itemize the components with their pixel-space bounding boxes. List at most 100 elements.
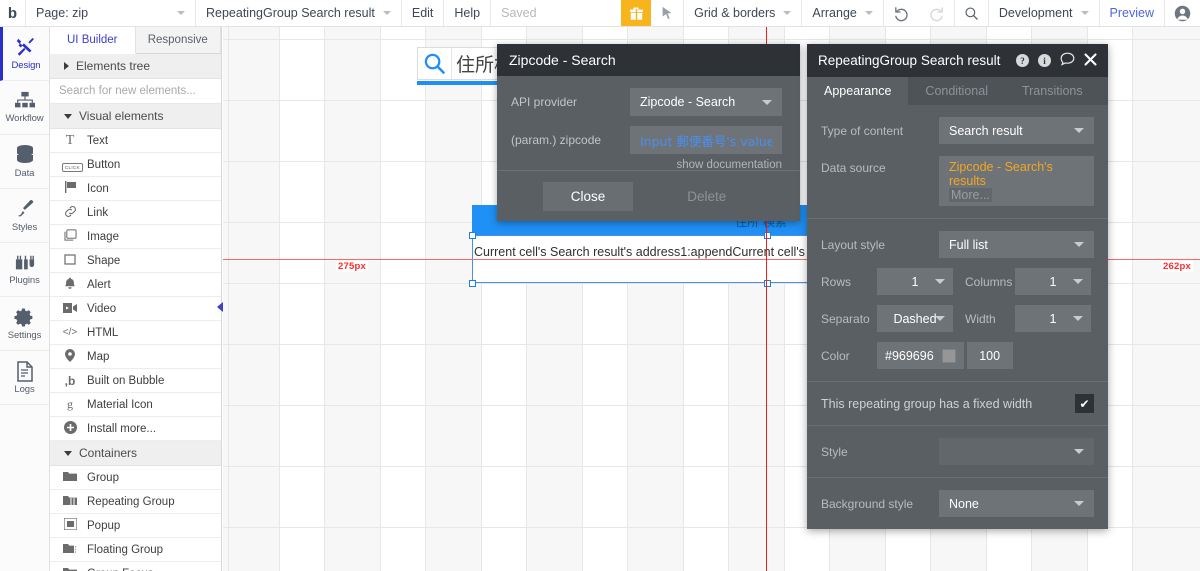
color-swatch[interactable] xyxy=(941,348,956,363)
element-item-install-more[interactable]: Install more... xyxy=(50,417,221,441)
element-item-alert[interactable]: Alert xyxy=(50,273,221,297)
rail-item-design[interactable]: Design xyxy=(0,27,49,81)
rail-item-plugins[interactable]: Plugins xyxy=(0,243,49,297)
search-elements-input[interactable]: Search for new elements... xyxy=(50,79,221,104)
tab-ui-builder[interactable]: UI Builder xyxy=(50,27,136,54)
close-icon[interactable] xyxy=(1084,52,1097,69)
version-selector[interactable]: Development xyxy=(989,0,1100,26)
tab-responsive[interactable]: Responsive xyxy=(135,27,221,53)
menu-help[interactable]: Help xyxy=(444,0,492,26)
redo-icon[interactable] xyxy=(919,0,955,26)
element-item-button[interactable]: CLICK Button xyxy=(50,153,221,177)
tab-transitions[interactable]: Transitions xyxy=(1005,77,1100,105)
element-label: Built on Bubble xyxy=(87,374,165,387)
gear-icon xyxy=(14,307,33,327)
info-icon[interactable]: i xyxy=(1038,54,1051,67)
element-label: Video xyxy=(87,302,117,315)
arrange-menu[interactable]: Arrange xyxy=(802,0,884,26)
rail-label: Workflow xyxy=(5,113,44,124)
grid-borders-menu[interactable]: Grid & borders xyxy=(684,0,803,26)
bubble-logo-icon: ,b xyxy=(64,373,76,388)
element-item-popup[interactable]: Popup xyxy=(50,514,221,538)
style-select[interactable] xyxy=(939,438,1094,465)
grid-borders-label: Grid & borders xyxy=(694,6,776,20)
map-pin-icon xyxy=(62,348,78,365)
element-label: Map xyxy=(87,350,110,363)
color-hex-input[interactable]: #969696 xyxy=(877,342,964,369)
element-item-group-focus[interactable]: Group Focus xyxy=(50,562,221,571)
rows-input[interactable]: 1 xyxy=(877,268,953,295)
element-item-built-on-bubble[interactable]: ,b Built on Bubble xyxy=(50,369,221,393)
workflow-icon xyxy=(14,91,35,108)
bell-icon xyxy=(62,277,78,293)
layout-style-select[interactable]: Full list xyxy=(939,231,1094,258)
menu-edit[interactable]: Edit xyxy=(402,0,445,26)
element-item-link[interactable]: Link xyxy=(50,201,221,225)
tab-conditional[interactable]: Conditional xyxy=(908,77,1005,105)
element-label: Button xyxy=(87,158,121,171)
rail-item-settings[interactable]: Settings xyxy=(0,297,49,351)
close-button[interactable]: Close xyxy=(542,181,634,211)
rail-item-logs[interactable]: Logs xyxy=(0,351,49,405)
gift-icon[interactable] xyxy=(621,0,652,26)
rail-item-workflow[interactable]: Workflow xyxy=(0,81,49,135)
field-type-of-content: Type of content Search result xyxy=(821,117,1094,144)
element-item-html[interactable]: </> HTML xyxy=(50,321,221,345)
element-selector[interactable]: RepeatingGroup Search result xyxy=(196,0,402,26)
fixed-width-checkbox[interactable]: ✔ xyxy=(1075,394,1094,413)
type-of-content-value: Search result xyxy=(949,123,1023,138)
rows-label: Rows xyxy=(821,274,852,289)
account-icon[interactable] xyxy=(1165,0,1200,26)
element-item-material-icon[interactable]: g Material Icon xyxy=(50,393,221,417)
type-of-content-select[interactable]: Search result xyxy=(939,117,1094,144)
comment-icon[interactable] xyxy=(1060,52,1075,69)
api-provider-select[interactable]: Zipcode - Search xyxy=(630,88,782,116)
element-item-image[interactable]: Image xyxy=(50,225,221,249)
database-icon xyxy=(16,145,33,163)
page-selector[interactable]: Page: zip xyxy=(26,0,196,26)
resize-handle-tl[interactable] xyxy=(469,232,476,239)
help-icon[interactable]: ? xyxy=(1016,54,1029,67)
color-opacity-input[interactable]: 100 xyxy=(966,342,1013,369)
element-item-group[interactable]: Group xyxy=(50,466,221,490)
flag-icon xyxy=(62,181,78,196)
video-icon xyxy=(62,302,78,316)
field-label: Background style xyxy=(821,496,914,511)
search-icon[interactable] xyxy=(955,0,989,26)
rail-item-styles[interactable]: Styles xyxy=(0,189,49,243)
element-item-video[interactable]: Video xyxy=(50,297,221,321)
bubble-logo-icon[interactable]: b xyxy=(0,0,26,26)
element-label: Material Icon xyxy=(87,398,153,411)
element-item-map[interactable]: Map xyxy=(50,345,221,369)
rail-label: Data xyxy=(14,168,35,179)
background-style-select[interactable]: None xyxy=(939,490,1094,517)
element-selector-label: RepeatingGroup Search result xyxy=(206,6,375,20)
columns-input[interactable]: 1 xyxy=(1015,268,1091,295)
element-item-text[interactable]: T Text xyxy=(50,129,221,153)
zipcode-search-dialog[interactable]: Zipcode - Search API provider Zipcode - … xyxy=(497,44,800,221)
field-separator-width: Separato Dashed Width 1 xyxy=(821,305,1094,332)
elements-tree-header[interactable]: Elements tree xyxy=(50,54,221,79)
chevron-down-icon xyxy=(1074,501,1084,506)
repeating-group-property-editor[interactable]: RepeatingGroup Search result ? i Appeara… xyxy=(807,44,1108,529)
group-header-containers[interactable]: Containers xyxy=(50,441,221,466)
cursor-icon[interactable] xyxy=(651,0,685,26)
element-item-repeating-group[interactable]: Repeating Group xyxy=(50,490,221,514)
width-input[interactable]: 1 xyxy=(1015,305,1091,332)
element-item-shape[interactable]: Shape xyxy=(50,249,221,273)
separator-select[interactable]: Dashed xyxy=(877,305,953,332)
preview-button[interactable]: Preview xyxy=(1100,0,1165,26)
element-item-floating-group[interactable]: Floating Group xyxy=(50,538,221,562)
resize-handle-bl[interactable] xyxy=(469,280,476,287)
code-icon: </> xyxy=(62,327,78,338)
element-label: Floating Group xyxy=(87,543,164,556)
zipcode-value-field[interactable]: Input 郵便番号's value xyxy=(630,126,782,154)
popup-icon xyxy=(62,517,78,533)
data-source-more-link[interactable]: More... xyxy=(949,188,992,202)
rail-item-data[interactable]: Data xyxy=(0,135,49,189)
element-item-icon[interactable]: Icon xyxy=(50,177,221,201)
group-header-visual-elements[interactable]: Visual elements xyxy=(50,104,221,129)
undo-icon[interactable] xyxy=(884,0,919,26)
data-source-field[interactable]: Zipcode - Search's results More... xyxy=(939,156,1094,206)
tab-appearance[interactable]: Appearance xyxy=(807,77,909,105)
